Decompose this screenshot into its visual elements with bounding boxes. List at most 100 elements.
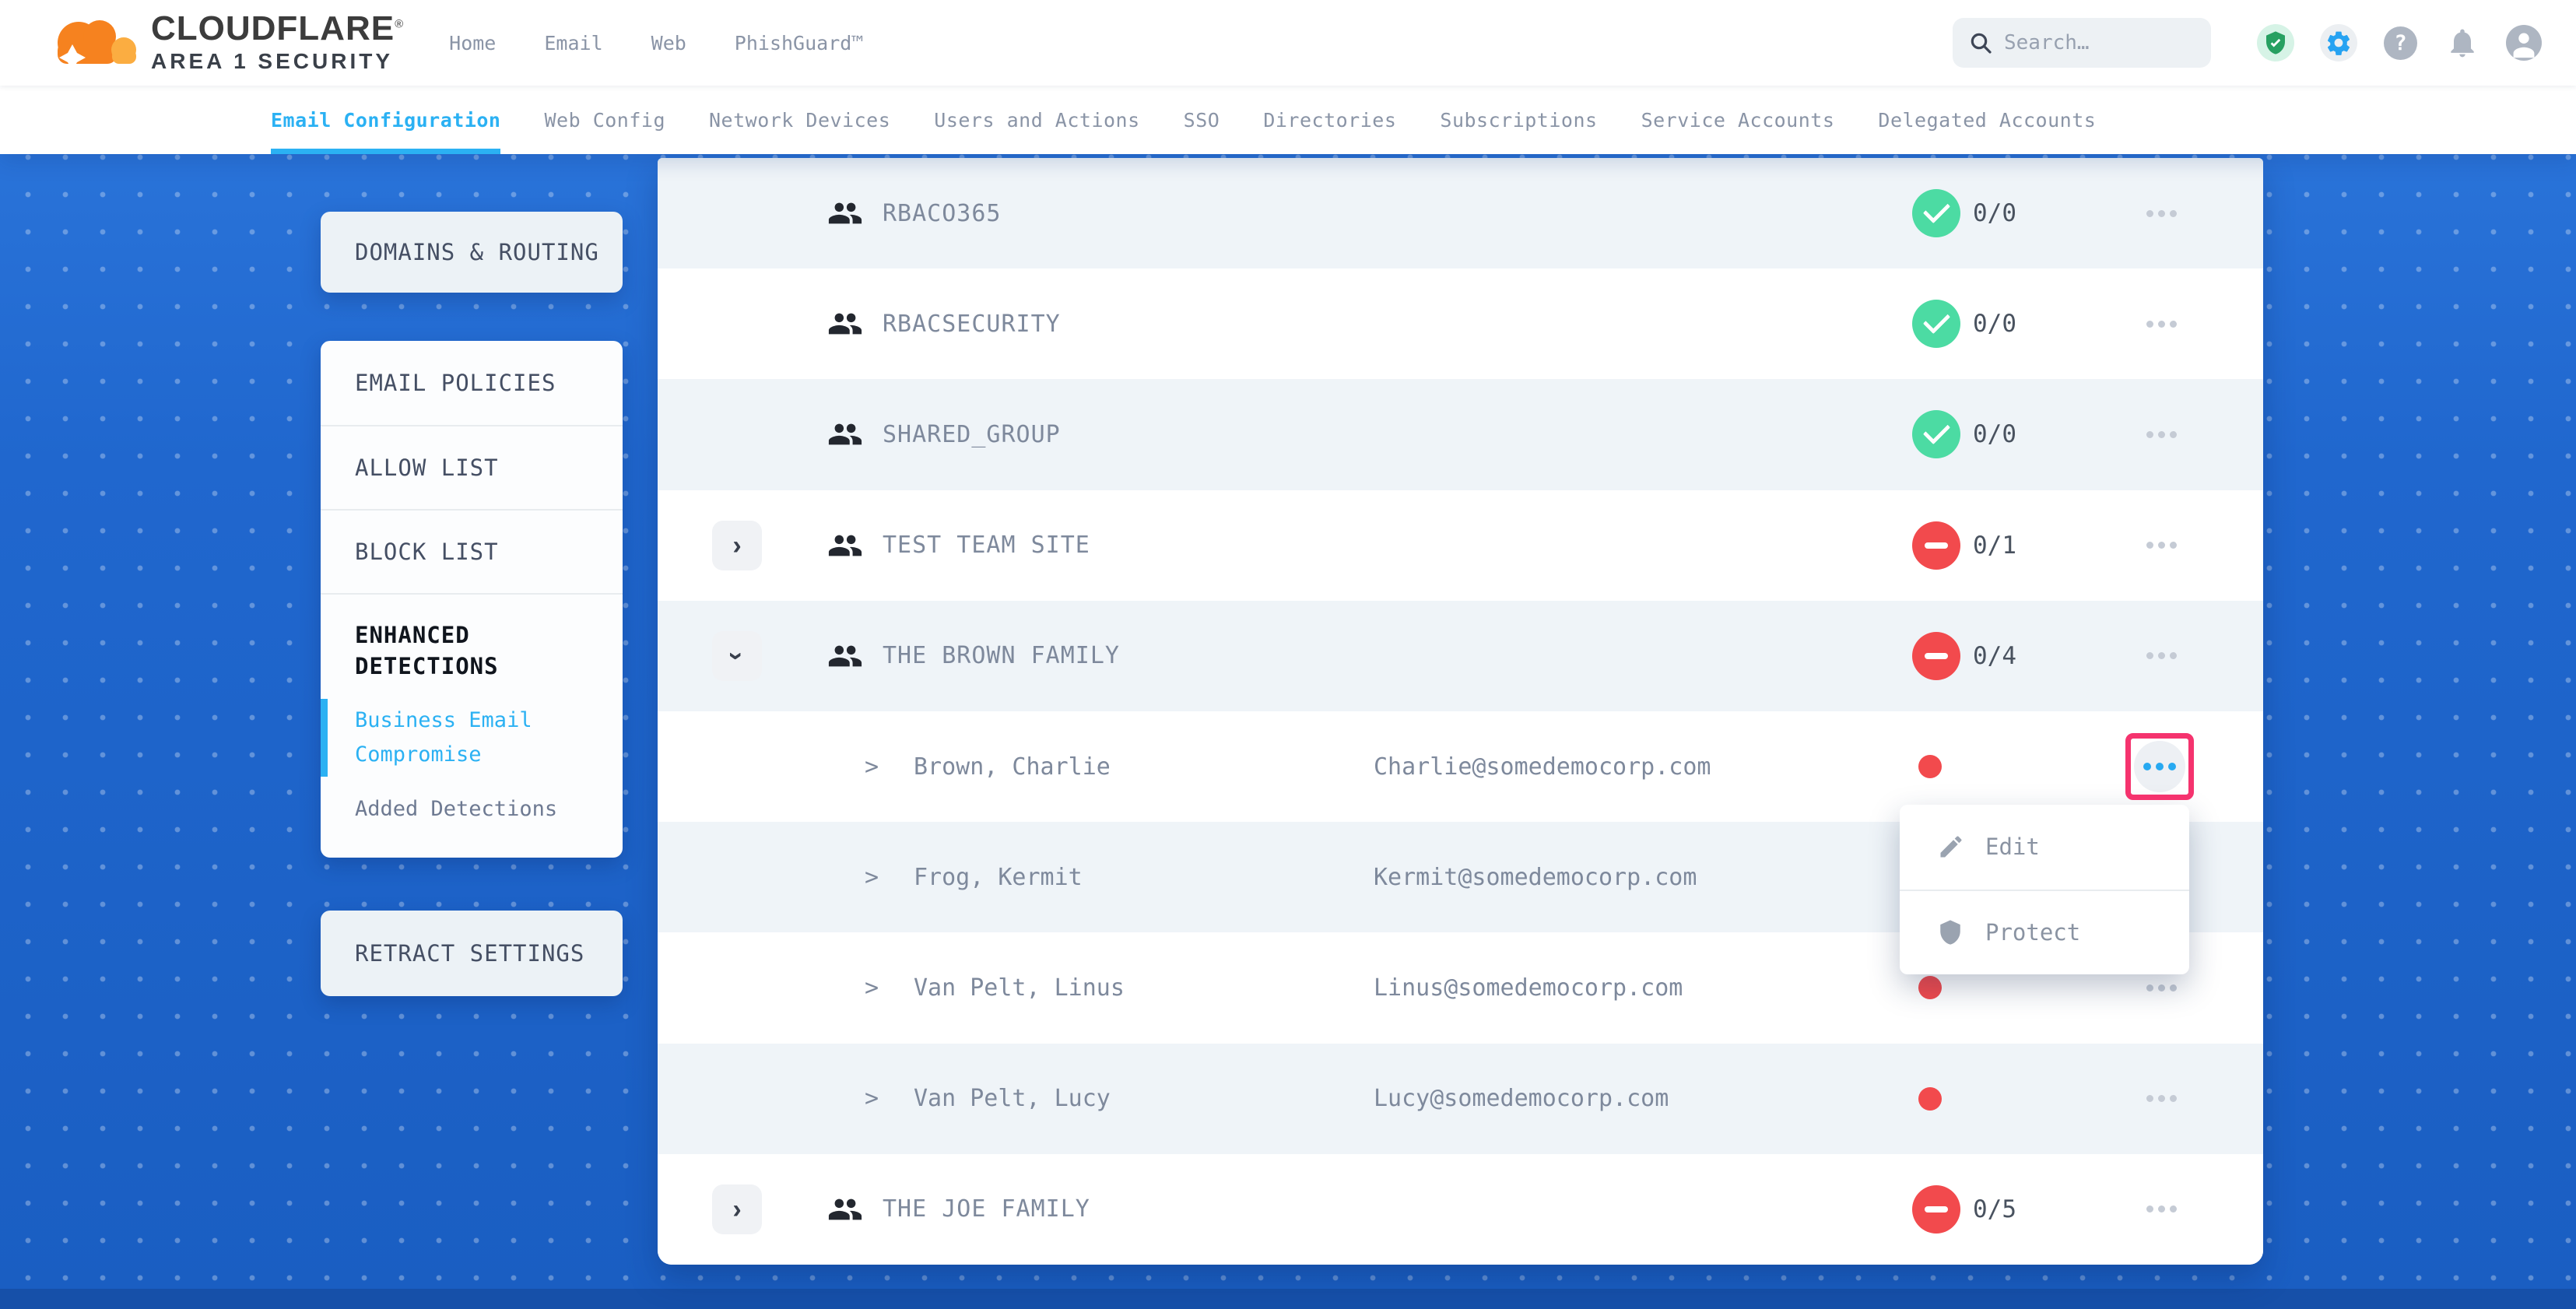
menu-item-protect[interactable]: Protect bbox=[1900, 890, 2189, 974]
group-icon bbox=[827, 195, 863, 231]
menu-item-label: Protect bbox=[1985, 919, 2080, 946]
member-caret: > bbox=[865, 1044, 879, 1154]
member-caret: > bbox=[865, 932, 879, 1043]
tab-service-accounts[interactable]: Service Accounts bbox=[1641, 86, 1835, 154]
annotation-highlight bbox=[2125, 733, 2194, 800]
tab-directories[interactable]: Directories bbox=[1263, 86, 1396, 154]
chevron-down-icon: › bbox=[724, 651, 750, 660]
menu-item-edit[interactable]: Edit bbox=[1900, 805, 2189, 890]
user-avatar-icon[interactable] bbox=[2506, 25, 2542, 61]
header-nav: Home Email Web PhishGuard™ bbox=[449, 32, 863, 54]
pencil-icon bbox=[1937, 833, 1968, 861]
menu-item-label: Edit bbox=[1985, 833, 2040, 860]
tab-email-configuration[interactable]: Email Configuration bbox=[271, 86, 500, 154]
row-actions-button[interactable] bbox=[2136, 490, 2186, 601]
group-row-shared-group: SHARED_GROUP 0/0 bbox=[658, 379, 2263, 490]
tab-users-and-actions[interactable]: Users and Actions bbox=[934, 86, 1139, 154]
search-icon bbox=[1968, 30, 1993, 55]
alert-dot bbox=[1918, 976, 1942, 999]
group-name: TEST TEAM SITE bbox=[883, 490, 1090, 601]
chevron-right-icon: › bbox=[732, 1196, 741, 1223]
member-email: Kermit@somedemocorp.com bbox=[1374, 822, 1697, 932]
group-name: THE BROWN FAMILY bbox=[883, 601, 1120, 711]
protected-count: 0/0 bbox=[1973, 379, 2016, 490]
member-email: Linus@somedemocorp.com bbox=[1374, 932, 1683, 1043]
sidebar-subitem-added-detections[interactable]: Added Detections bbox=[321, 792, 570, 826]
status-minus-badge bbox=[1912, 632, 1960, 680]
group-name: SHARED_GROUP bbox=[883, 379, 1061, 490]
group-icon bbox=[827, 416, 863, 452]
group-icon bbox=[827, 638, 863, 674]
row-actions-button[interactable] bbox=[2136, 601, 2186, 711]
row-actions-button[interactable] bbox=[2136, 1044, 2186, 1154]
sidebar-item-email-policies[interactable]: EMAIL POLICIES bbox=[321, 341, 623, 425]
sidebar-card-domains-routing[interactable]: DOMAINS & ROUTING bbox=[321, 212, 623, 293]
nav-item-phishguard[interactable]: PhishGuard™ bbox=[735, 32, 864, 54]
gear-icon[interactable] bbox=[2320, 24, 2357, 61]
group-row-rbaco365: RBACO365 0/0 bbox=[658, 158, 2263, 268]
protected-count: 0/0 bbox=[1973, 158, 2016, 268]
member-name: Frog, Kermit bbox=[914, 822, 1083, 932]
group-name: RBACO365 bbox=[883, 158, 1002, 268]
tab-sso[interactable]: SSO bbox=[1184, 86, 1220, 154]
collapse-button[interactable]: › bbox=[712, 631, 762, 681]
sidebar-card-policies: EMAIL POLICIESALLOW LISTBLOCK LIST ENHAN… bbox=[321, 341, 623, 858]
nav-item-email[interactable]: Email bbox=[544, 32, 602, 54]
status-check-badge bbox=[1912, 410, 1960, 458]
protected-count: 0/4 bbox=[1973, 601, 2016, 711]
alert-dot bbox=[1918, 755, 1942, 778]
search-input[interactable] bbox=[2004, 31, 2191, 54]
cloudflare-cloud-icon bbox=[44, 5, 143, 80]
logo-subtitle: AREA 1 SECURITY bbox=[151, 49, 404, 74]
expand-button[interactable]: › bbox=[712, 521, 762, 570]
member-caret: > bbox=[865, 822, 879, 932]
member-name: Brown, Charlie bbox=[914, 711, 1111, 822]
status-check-badge bbox=[1912, 300, 1960, 348]
sidebar-item-block-list[interactable]: BLOCK LIST bbox=[321, 509, 623, 593]
group-row-the-joe-family: ›THE JOE FAMILY0/5 bbox=[658, 1154, 2263, 1265]
tab-subscriptions[interactable]: Subscriptions bbox=[1440, 86, 1597, 154]
logo-brand: CLOUDFLARE® bbox=[151, 12, 404, 46]
group-row-the-brown-family: › THE BROWN FAMILY 0/4 bbox=[658, 601, 2263, 711]
sidebar-item-domains-routing[interactable]: DOMAINS & ROUTING bbox=[321, 212, 623, 293]
tab-network-devices[interactable]: Network Devices bbox=[709, 86, 890, 154]
expand-button[interactable]: › bbox=[712, 1184, 762, 1234]
logo[interactable]: CLOUDFLARE® AREA 1 SECURITY bbox=[44, 5, 404, 80]
protected-count: 0/0 bbox=[1973, 268, 2016, 379]
logo-mark: ® bbox=[395, 17, 404, 30]
sidebar-item-allow-list[interactable]: ALLOW LIST bbox=[321, 425, 623, 509]
context-menu: Edit Protect bbox=[1900, 805, 2189, 974]
shield-icon bbox=[1937, 919, 1968, 946]
nav-item-web[interactable]: Web bbox=[651, 32, 686, 54]
group-icon bbox=[827, 306, 863, 342]
nav-item-home[interactable]: Home bbox=[449, 32, 496, 54]
row-actions-button[interactable] bbox=[2136, 1154, 2186, 1265]
shield-check-icon[interactable] bbox=[2257, 24, 2294, 61]
sidebar-subitem-business-email-compromise[interactable]: Business Email Compromise bbox=[321, 704, 570, 772]
tab-delegated-accounts[interactable]: Delegated Accounts bbox=[1878, 86, 2096, 154]
tabs: Email Configuration Web Config Network Dev… bbox=[271, 86, 2096, 154]
protected-count: 0/1 bbox=[1973, 490, 2016, 601]
group-row-rbacsecurity: RBACSECURITY0/0 bbox=[658, 268, 2263, 379]
member-email: Charlie@somedemocorp.com bbox=[1374, 711, 1711, 822]
group-icon bbox=[827, 528, 863, 563]
member-name: Van Pelt, Linus bbox=[914, 932, 1125, 1043]
row-actions-button[interactable] bbox=[2136, 379, 2186, 490]
chevron-right-icon: › bbox=[732, 532, 741, 559]
row-actions-button[interactable] bbox=[2136, 268, 2186, 379]
tab-web-config[interactable]: Web Config bbox=[544, 86, 665, 154]
group-icon bbox=[827, 1191, 863, 1227]
status-minus-badge bbox=[1912, 1185, 1960, 1234]
sidebar-item-retract-settings[interactable]: RETRACT SETTINGS bbox=[321, 911, 623, 996]
footer-strip bbox=[0, 1289, 2576, 1309]
groups-table: RBACO365 0/0RBACSECURITY0/0SHARED_GROUP 0/… bbox=[658, 158, 2263, 1265]
search-bar[interactable] bbox=[1953, 18, 2211, 68]
help-icon[interactable]: ? bbox=[2384, 26, 2417, 60]
group-name: THE JOE FAMILY bbox=[883, 1154, 1090, 1265]
row-actions-button[interactable] bbox=[2136, 158, 2186, 268]
bell-icon[interactable] bbox=[2444, 24, 2481, 61]
tab-bar: Email Configuration Web Config Network Dev… bbox=[0, 86, 2576, 154]
sidebar-item-enhanced-detections[interactable]: ENHANCED DETECTIONS bbox=[321, 619, 570, 682]
sidebar-policy-items: EMAIL POLICIESALLOW LISTBLOCK LIST bbox=[321, 341, 623, 593]
sidebar-card-retract-settings[interactable]: RETRACT SETTINGS bbox=[321, 911, 623, 996]
